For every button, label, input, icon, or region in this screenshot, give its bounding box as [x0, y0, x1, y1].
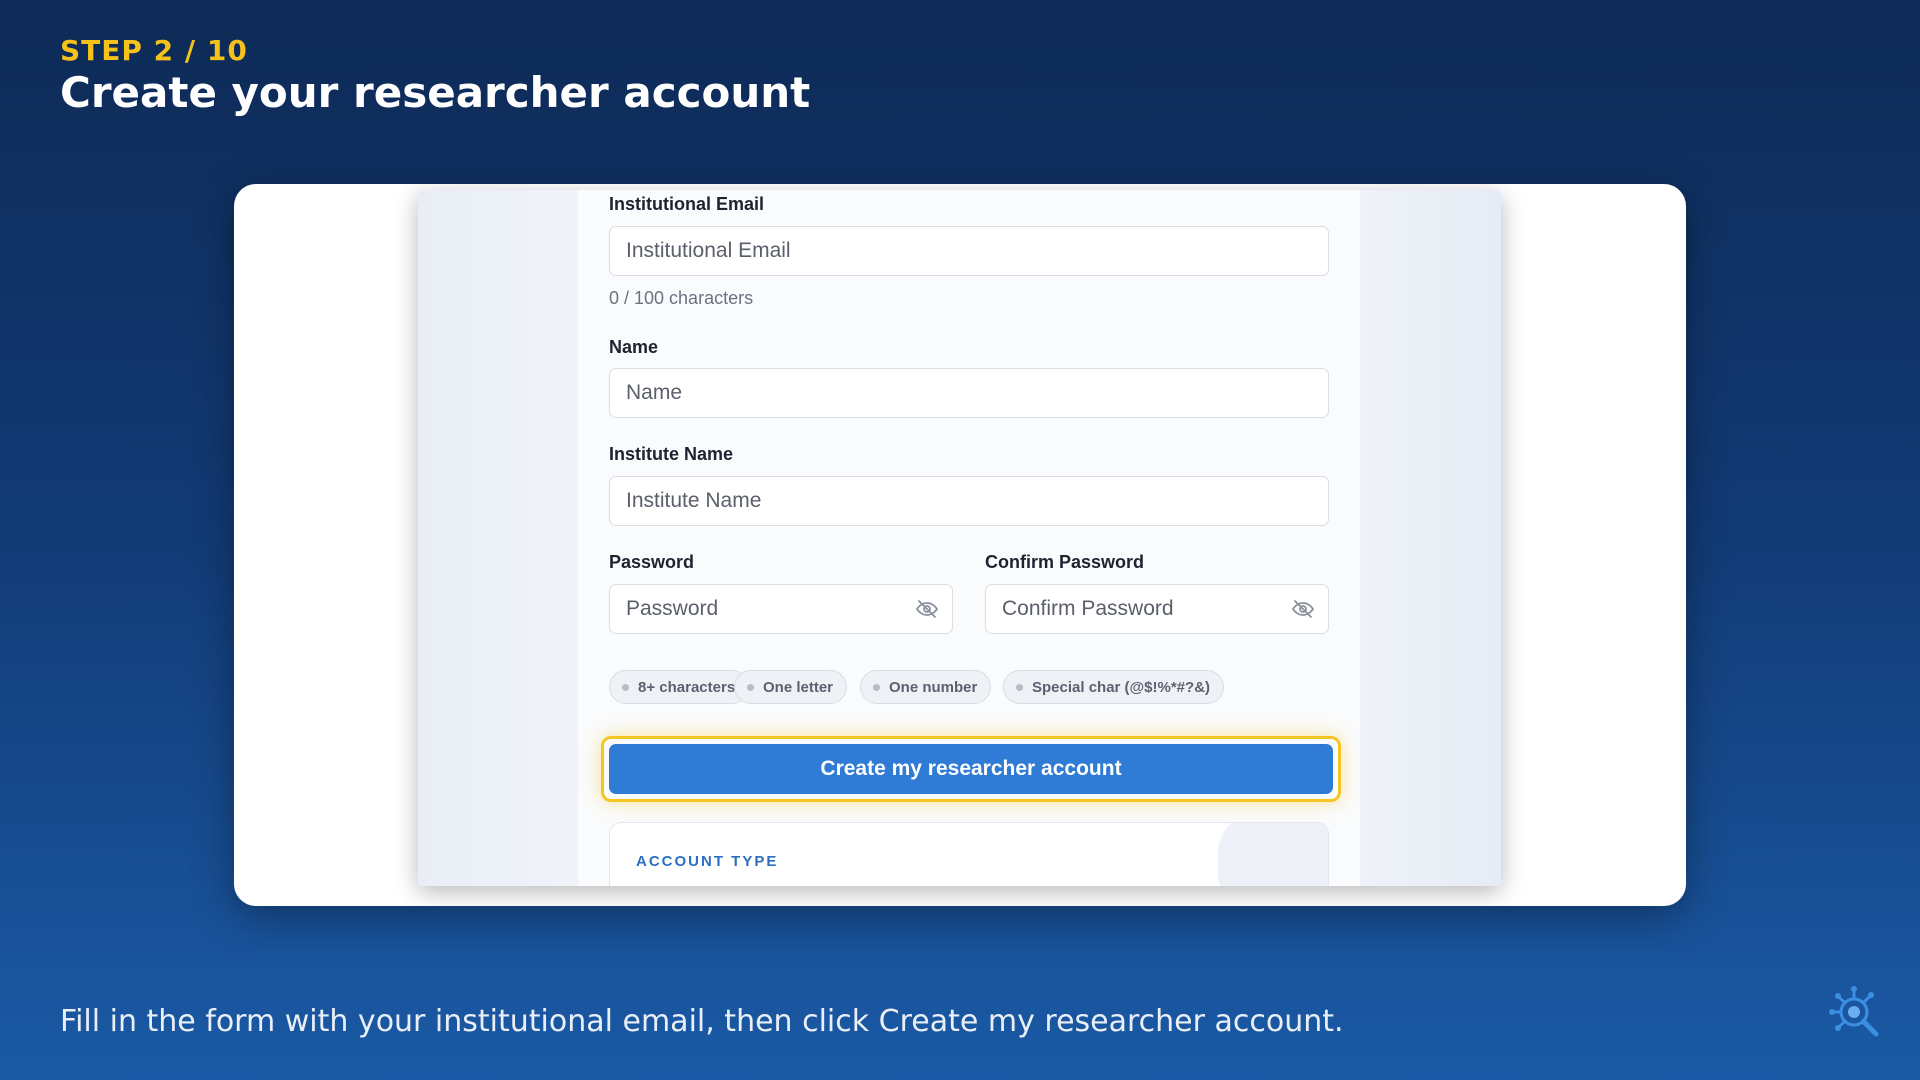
- institute-field[interactable]: [609, 476, 1329, 526]
- virus-magnifier-icon: [1828, 984, 1888, 1044]
- name-label: Name: [609, 337, 659, 357]
- status-dot-icon: [873, 683, 880, 691]
- decorative-blob: [1218, 823, 1328, 886]
- requirement-label: One number: [889, 678, 978, 696]
- create-account-button[interactable]: Create my researcher account: [609, 744, 1333, 794]
- requirement-pill: Special char (@$!%*#?&): [1003, 670, 1225, 704]
- status-dot-icon: [622, 683, 629, 691]
- account-type-heading: ACCOUNT TYPE: [636, 853, 779, 870]
- requirement-pill: One number: [860, 670, 992, 704]
- name-field[interactable]: [609, 368, 1329, 418]
- confirm-password-label: Confirm Password: [985, 552, 1145, 572]
- email-field[interactable]: [609, 226, 1329, 276]
- highlight-ring: Create my researcher account: [601, 736, 1341, 802]
- step-indicator: STEP 2 / 10: [60, 34, 248, 67]
- eye-off-icon[interactable]: [1291, 597, 1315, 621]
- confirm-password-field[interactable]: [985, 584, 1329, 634]
- screenshot-card: Institutional Email 0 / 100 characters N…: [234, 184, 1686, 906]
- requirement-pill: 8+ characters: [609, 670, 750, 704]
- slide-caption: Fill in the form with your institutional…: [60, 1004, 1344, 1039]
- requirement-pill: One letter: [734, 670, 848, 704]
- institute-label: Institute Name: [609, 444, 734, 464]
- registration-form: Institutional Email 0 / 100 characters N…: [578, 190, 1360, 886]
- requirement-label: 8+ characters: [638, 678, 736, 696]
- eye-off-icon[interactable]: [915, 597, 939, 621]
- account-type-section: ACCOUNT TYPE: [609, 822, 1329, 886]
- requirement-label: Special char (@$!%*#?&): [1032, 678, 1211, 696]
- password-label: Password: [609, 552, 695, 572]
- requirement-label: One letter: [763, 678, 834, 696]
- email-char-counter: 0 / 100 characters: [609, 288, 754, 308]
- email-label: Institutional Email: [609, 194, 765, 214]
- status-dot-icon: [747, 683, 754, 691]
- browser-viewport: Institutional Email 0 / 100 characters N…: [418, 190, 1501, 886]
- password-field[interactable]: [609, 584, 953, 634]
- slide-title: Create your researcher account: [60, 68, 811, 117]
- status-dot-icon: [1016, 683, 1023, 691]
